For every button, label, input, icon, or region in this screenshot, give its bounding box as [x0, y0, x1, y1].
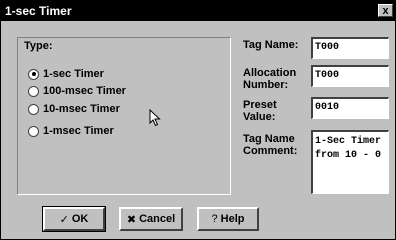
tag-name-comment-label: Tag Name Comment:	[243, 133, 298, 157]
radio-label: 10-msec Timer	[43, 103, 120, 115]
ok-button[interactable]: ✓ OK	[42, 206, 106, 232]
title-bar: 1-sec Timer x	[1, 1, 395, 21]
radio-option-10-msec[interactable]: 10-msec Timer	[28, 101, 120, 117]
help-label: Help	[220, 213, 245, 225]
tag-name-label: Tag Name:	[243, 39, 299, 51]
radio-option-100-msec[interactable]: 100-msec Timer	[28, 83, 126, 99]
radio-selected-icon[interactable]	[28, 68, 39, 80]
check-icon: ✓	[59, 213, 69, 226]
radio-option-1-sec[interactable]: 1-sec Timer	[28, 66, 104, 82]
radio-option-1-msec[interactable]: 1-msec Timer	[28, 123, 114, 139]
close-icon[interactable]: x	[378, 4, 393, 17]
radio-label: 1-msec Timer	[43, 125, 114, 137]
type-group-label: Type:	[24, 40, 53, 52]
tag-name-input[interactable]: T000	[311, 37, 389, 59]
question-icon: ?	[211, 213, 218, 225]
radio-label: 1-sec Timer	[43, 68, 104, 80]
timer-dialog: 1-sec Timer x Type: 1-sec Timer 100-msec…	[0, 0, 396, 240]
cancel-x-icon: ✖	[126, 213, 137, 226]
ok-label: OK	[71, 213, 89, 225]
cancel-label: Cancel	[139, 213, 176, 225]
preset-value-label: Preset Value:	[243, 99, 277, 123]
radio-unselected-icon[interactable]	[28, 103, 39, 115]
help-button[interactable]: ? Help	[197, 207, 259, 231]
radio-unselected-icon[interactable]	[28, 125, 39, 137]
allocation-number-label: Allocation Number:	[243, 67, 297, 91]
mouse-pointer-icon	[149, 109, 161, 127]
allocation-number-input[interactable]: T000	[311, 65, 389, 87]
radio-unselected-icon[interactable]	[28, 85, 39, 97]
window-title: 1-sec Timer	[5, 4, 72, 18]
preset-value-input[interactable]: 0010	[311, 97, 389, 119]
tag-name-comment-textarea[interactable]: 1-Sec Timer from 10 - 0	[311, 130, 389, 194]
radio-label: 100-msec Timer	[43, 85, 126, 97]
cancel-button[interactable]: ✖ Cancel	[119, 207, 183, 231]
